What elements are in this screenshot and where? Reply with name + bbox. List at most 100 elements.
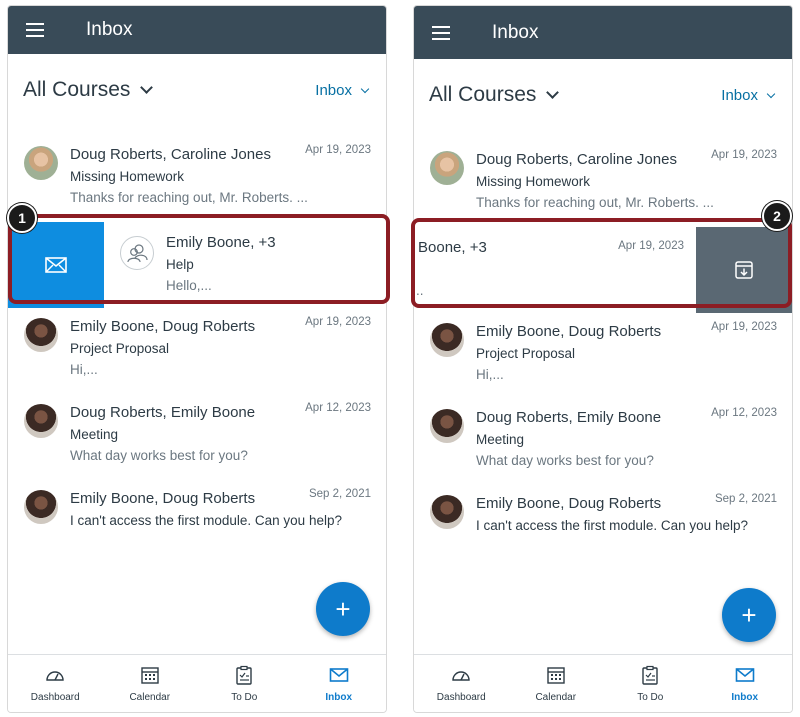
inbox-icon xyxy=(329,668,349,682)
message-preview: Hi,... xyxy=(476,367,504,382)
filter-row: All Courses Inbox xyxy=(414,83,792,115)
message-subject: Meeting xyxy=(70,427,119,442)
avatar xyxy=(430,323,464,357)
mailbox-dropdown[interactable]: Inbox xyxy=(315,82,370,99)
avatar xyxy=(24,146,58,180)
message-subject: I can't access the first module. Can you… xyxy=(70,513,342,528)
tab-dashboard[interactable]: Dashboard xyxy=(414,655,509,712)
swiped-message-content[interactable]: Emily Boone, +3 Help Hello,... xyxy=(104,222,386,308)
message-subject: Project Proposal xyxy=(70,341,170,356)
message-subject: Missing Homework xyxy=(70,169,185,184)
swiped-message-content[interactable]: Boone, +3 Apr 19, 2023 .. xyxy=(414,227,696,313)
bottom-tab-bar: Dashboard Calendar To Do Inbox xyxy=(8,654,386,712)
tab-label: Calendar xyxy=(129,692,171,703)
dashboard-icon xyxy=(452,671,470,681)
mailbox-dropdown-label: Inbox xyxy=(315,82,352,99)
page-title: Inbox xyxy=(492,21,539,43)
avatar xyxy=(24,404,58,438)
tab-dashboard[interactable]: Dashboard xyxy=(8,655,103,712)
list-item[interactable]: Emily Boone, Doug Roberts Sep 2, 2021 I … xyxy=(8,480,386,566)
message-preview: What day works best for you? xyxy=(476,453,654,468)
right-screen: Inbox All Courses Inbox Doug Roberts, Ca… xyxy=(413,5,793,713)
page-title: Inbox xyxy=(86,19,133,40)
message-date: Apr 12, 2023 xyxy=(305,402,371,414)
message-participants: Doug Roberts, Caroline Jones xyxy=(476,151,677,168)
message-preview: Hi,... xyxy=(70,362,98,377)
todo-icon xyxy=(642,665,658,685)
tab-label: To Do xyxy=(231,692,258,703)
archive-action[interactable] xyxy=(696,227,792,313)
calendar-icon xyxy=(141,667,159,684)
message-date: Apr 12, 2023 xyxy=(711,407,777,419)
tab-calendar[interactable]: Calendar xyxy=(509,655,604,712)
avatar xyxy=(430,151,464,185)
avatar xyxy=(430,409,464,443)
tab-label: Dashboard xyxy=(436,692,486,703)
message-participants: Emily Boone, +3 xyxy=(166,234,276,251)
inbox-icon xyxy=(735,668,755,682)
tab-label: Dashboard xyxy=(30,692,80,703)
tab-label: Calendar xyxy=(535,692,577,703)
courses-dropdown[interactable]: All Courses xyxy=(429,83,560,107)
mark-read-action[interactable] xyxy=(8,222,104,308)
tab-inbox[interactable]: Inbox xyxy=(698,655,793,712)
message-subject: Missing Homework xyxy=(476,174,591,189)
message-list: Doug Roberts, Caroline Jones Apr 19, 202… xyxy=(414,141,792,571)
message-preview: Thanks for reaching out, Mr. Roberts. ..… xyxy=(476,195,714,210)
tab-label: To Do xyxy=(637,692,664,703)
tab-todo[interactable]: To Do xyxy=(603,655,698,712)
list-item[interactable]: Emily Boone, Doug Roberts Sep 2, 2021 I … xyxy=(414,485,792,571)
chevron-down-icon xyxy=(546,85,560,99)
message-list: Doug Roberts, Caroline Jones Apr 19, 202… xyxy=(8,136,386,566)
avatar xyxy=(430,495,464,529)
message-participants: Doug Roberts, Emily Boone xyxy=(70,404,256,421)
message-subject: Project Proposal xyxy=(476,346,576,361)
message-date: Apr 19, 2023 xyxy=(711,321,777,333)
menu-icon[interactable] xyxy=(26,23,44,37)
list-item[interactable]: Emily Boone, Doug Roberts Apr 19, 2023 P… xyxy=(8,308,386,394)
left-screen: Inbox All Courses Inbox Doug Roberts, Ca… xyxy=(7,5,387,713)
mailbox-dropdown[interactable]: Inbox xyxy=(721,87,776,104)
todo-icon xyxy=(236,665,252,685)
top-bar: Inbox xyxy=(414,6,792,59)
list-item[interactable]: Emily Boone, Doug Roberts Apr 19, 2023 P… xyxy=(414,313,792,399)
tab-inbox[interactable]: Inbox xyxy=(292,655,387,712)
message-date: Apr 19, 2023 xyxy=(618,240,684,252)
mail-icon xyxy=(45,257,67,273)
compose-button[interactable]: + xyxy=(722,588,776,642)
compose-button[interactable]: + xyxy=(316,582,370,636)
swiped-list-item[interactable]: Emily Boone, +3 Help Hello,... xyxy=(8,222,386,308)
tab-calendar[interactable]: Calendar xyxy=(103,655,198,712)
message-participants: Doug Roberts, Emily Boone xyxy=(476,409,662,426)
courses-dropdown[interactable]: All Courses xyxy=(23,78,154,102)
message-participants: Emily Boone, Doug Roberts xyxy=(476,323,662,340)
group-avatar-icon xyxy=(120,236,154,270)
message-subject: Help xyxy=(166,257,194,272)
swiped-list-item[interactable]: Boone, +3 Apr 19, 2023 .. xyxy=(414,227,792,313)
bottom-tab-bar: Dashboard Calendar To Do Inbox xyxy=(414,654,792,712)
chevron-down-icon xyxy=(140,80,154,94)
message-date: Apr 19, 2023 xyxy=(711,149,777,161)
list-item[interactable]: Doug Roberts, Emily Boone Apr 12, 2023 M… xyxy=(414,399,792,485)
message-date: Apr 19, 2023 xyxy=(305,316,371,328)
tab-todo[interactable]: To Do xyxy=(197,655,292,712)
message-date: Apr 19, 2023 xyxy=(305,144,371,156)
message-preview: Thanks for reaching out, Mr. Roberts. ..… xyxy=(70,190,308,205)
filter-row: All Courses Inbox xyxy=(8,78,386,110)
list-item[interactable]: Doug Roberts, Caroline Jones Apr 19, 202… xyxy=(8,136,386,222)
message-preview: Hello,... xyxy=(166,278,212,293)
mailbox-dropdown-label: Inbox xyxy=(721,87,758,104)
message-participants: Doug Roberts, Caroline Jones xyxy=(70,146,271,163)
list-item[interactable]: Doug Roberts, Emily Boone Apr 12, 2023 M… xyxy=(8,394,386,480)
message-participants: Emily Boone, Doug Roberts xyxy=(70,318,256,335)
list-item[interactable]: Doug Roberts, Caroline Jones Apr 19, 202… xyxy=(414,141,792,227)
tab-label: Inbox xyxy=(731,692,759,703)
avatar xyxy=(24,318,58,352)
menu-icon[interactable] xyxy=(432,25,450,40)
message-participants: Boone, +3 xyxy=(418,239,487,256)
message-date: Sep 2, 2021 xyxy=(714,493,777,505)
courses-dropdown-label: All Courses xyxy=(429,83,537,106)
courses-dropdown-label: All Courses xyxy=(23,78,131,101)
top-bar: Inbox xyxy=(8,6,386,54)
tab-label: Inbox xyxy=(325,692,353,703)
